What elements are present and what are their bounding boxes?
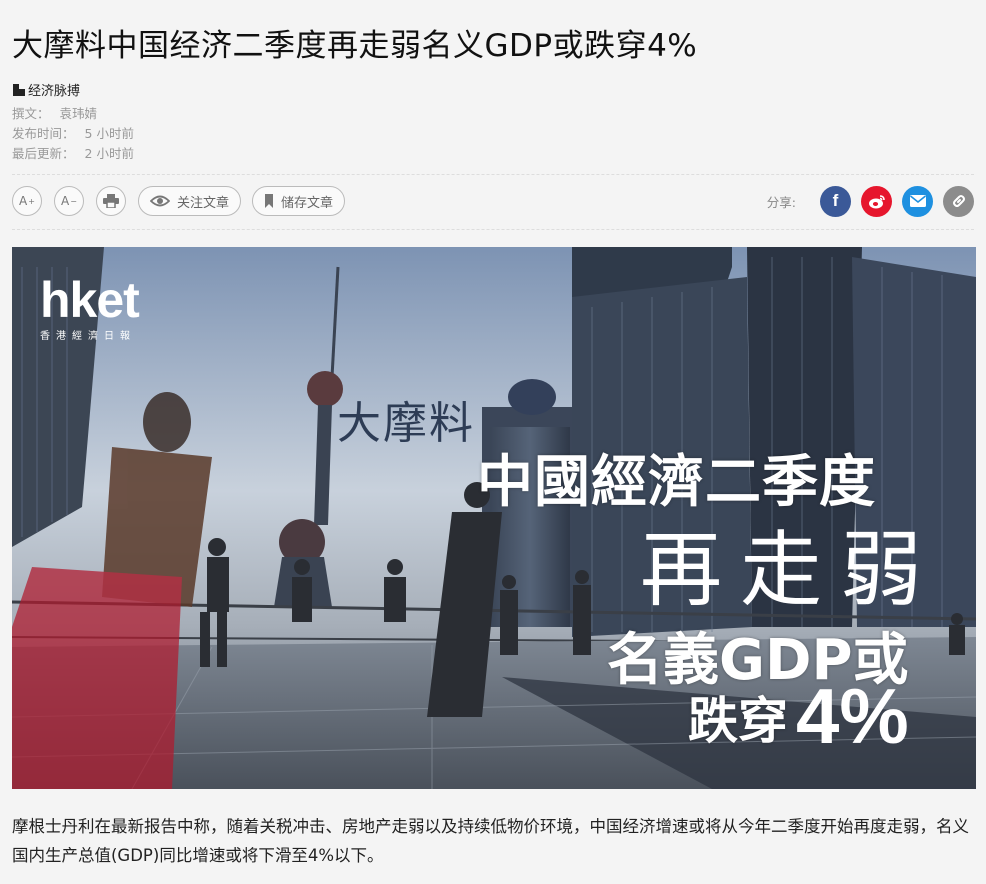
article-toolbar: A + A − 关注文章 储存文章 分享: f	[12, 185, 974, 217]
hero-headline-1: 大摩料	[337, 398, 475, 449]
article-page: 大摩料中国经济二季度再走弱名义GDP或跌穿4% 经济脉搏 撰文： 袁玮婧 发布时间…	[0, 0, 986, 884]
facebook-icon: f	[832, 191, 839, 210]
font-increase-button[interactable]: A +	[12, 186, 42, 216]
follow-article-label: 关注文章	[177, 195, 230, 211]
hero-headline-5: 跌穿	[688, 692, 788, 750]
published-label: 发布时间：	[12, 126, 75, 141]
mail-icon	[909, 195, 926, 207]
published-row: 发布时间： 5 小时前	[12, 124, 134, 144]
author-name: 袁玮婧	[59, 106, 98, 121]
hket-logo: hket 香港經濟日報	[40, 272, 140, 342]
author-label: 撰文：	[12, 106, 50, 121]
link-icon	[952, 195, 965, 207]
logo-mark: hket	[40, 272, 140, 328]
font-increase-sup: +	[28, 196, 35, 206]
share-group: 分享: f	[766, 185, 974, 217]
save-article-button[interactable]: 储存文章	[252, 186, 346, 216]
logo-subtitle: 香港經濟日報	[40, 331, 136, 342]
hero-headline-3: 再走弱	[640, 523, 941, 618]
article-title: 大摩料中国经济二季度再走弱名义GDP或跌穿4%	[12, 28, 698, 64]
bookmark-icon	[264, 194, 274, 208]
printer-icon	[103, 194, 119, 208]
font-decrease-label: A	[61, 194, 70, 208]
eye-icon	[150, 195, 170, 207]
column-name: 经济脉搏	[28, 84, 81, 99]
copy-link-button[interactable]	[943, 185, 974, 217]
email-share-button[interactable]	[902, 185, 933, 217]
divider-top	[12, 174, 974, 175]
font-decrease-button[interactable]: A −	[54, 186, 84, 216]
facebook-share-button[interactable]: f	[820, 185, 851, 217]
column-icon	[12, 83, 26, 97]
print-button[interactable]	[96, 186, 126, 216]
published-time: 5 小时前	[84, 126, 134, 141]
hero-headline-6: 4%	[796, 672, 909, 760]
updated-time: 2 小时前	[84, 146, 134, 161]
save-article-label: 储存文章	[281, 195, 334, 211]
divider-bottom	[12, 229, 974, 230]
article-meta: 经济脉搏 撰文： 袁玮婧 发布时间： 5 小时前 最后更新： 2 小时前	[12, 80, 134, 164]
hero-image: hket 香港經濟日報 大摩料 中國經濟二季度 再走弱 名義GDP或 跌穿 4%	[12, 247, 976, 789]
weibo-icon	[868, 194, 885, 208]
author-row: 撰文： 袁玮婧	[12, 104, 134, 124]
updated-label: 最后更新：	[12, 146, 75, 161]
follow-article-button[interactable]: 关注文章	[138, 186, 242, 216]
font-increase-label: A	[19, 194, 28, 208]
share-label: 分享:	[766, 194, 796, 210]
updated-row: 最后更新： 2 小时前	[12, 144, 134, 164]
weibo-share-button[interactable]	[861, 185, 892, 217]
article-body-paragraph: 摩根士丹利在最新报告中称，随着关税冲击、房地产走弱以及持续低物价环境，中国经济增…	[12, 817, 969, 865]
font-decrease-sup: −	[70, 196, 77, 206]
column-link[interactable]: 经济脉搏	[12, 80, 134, 99]
